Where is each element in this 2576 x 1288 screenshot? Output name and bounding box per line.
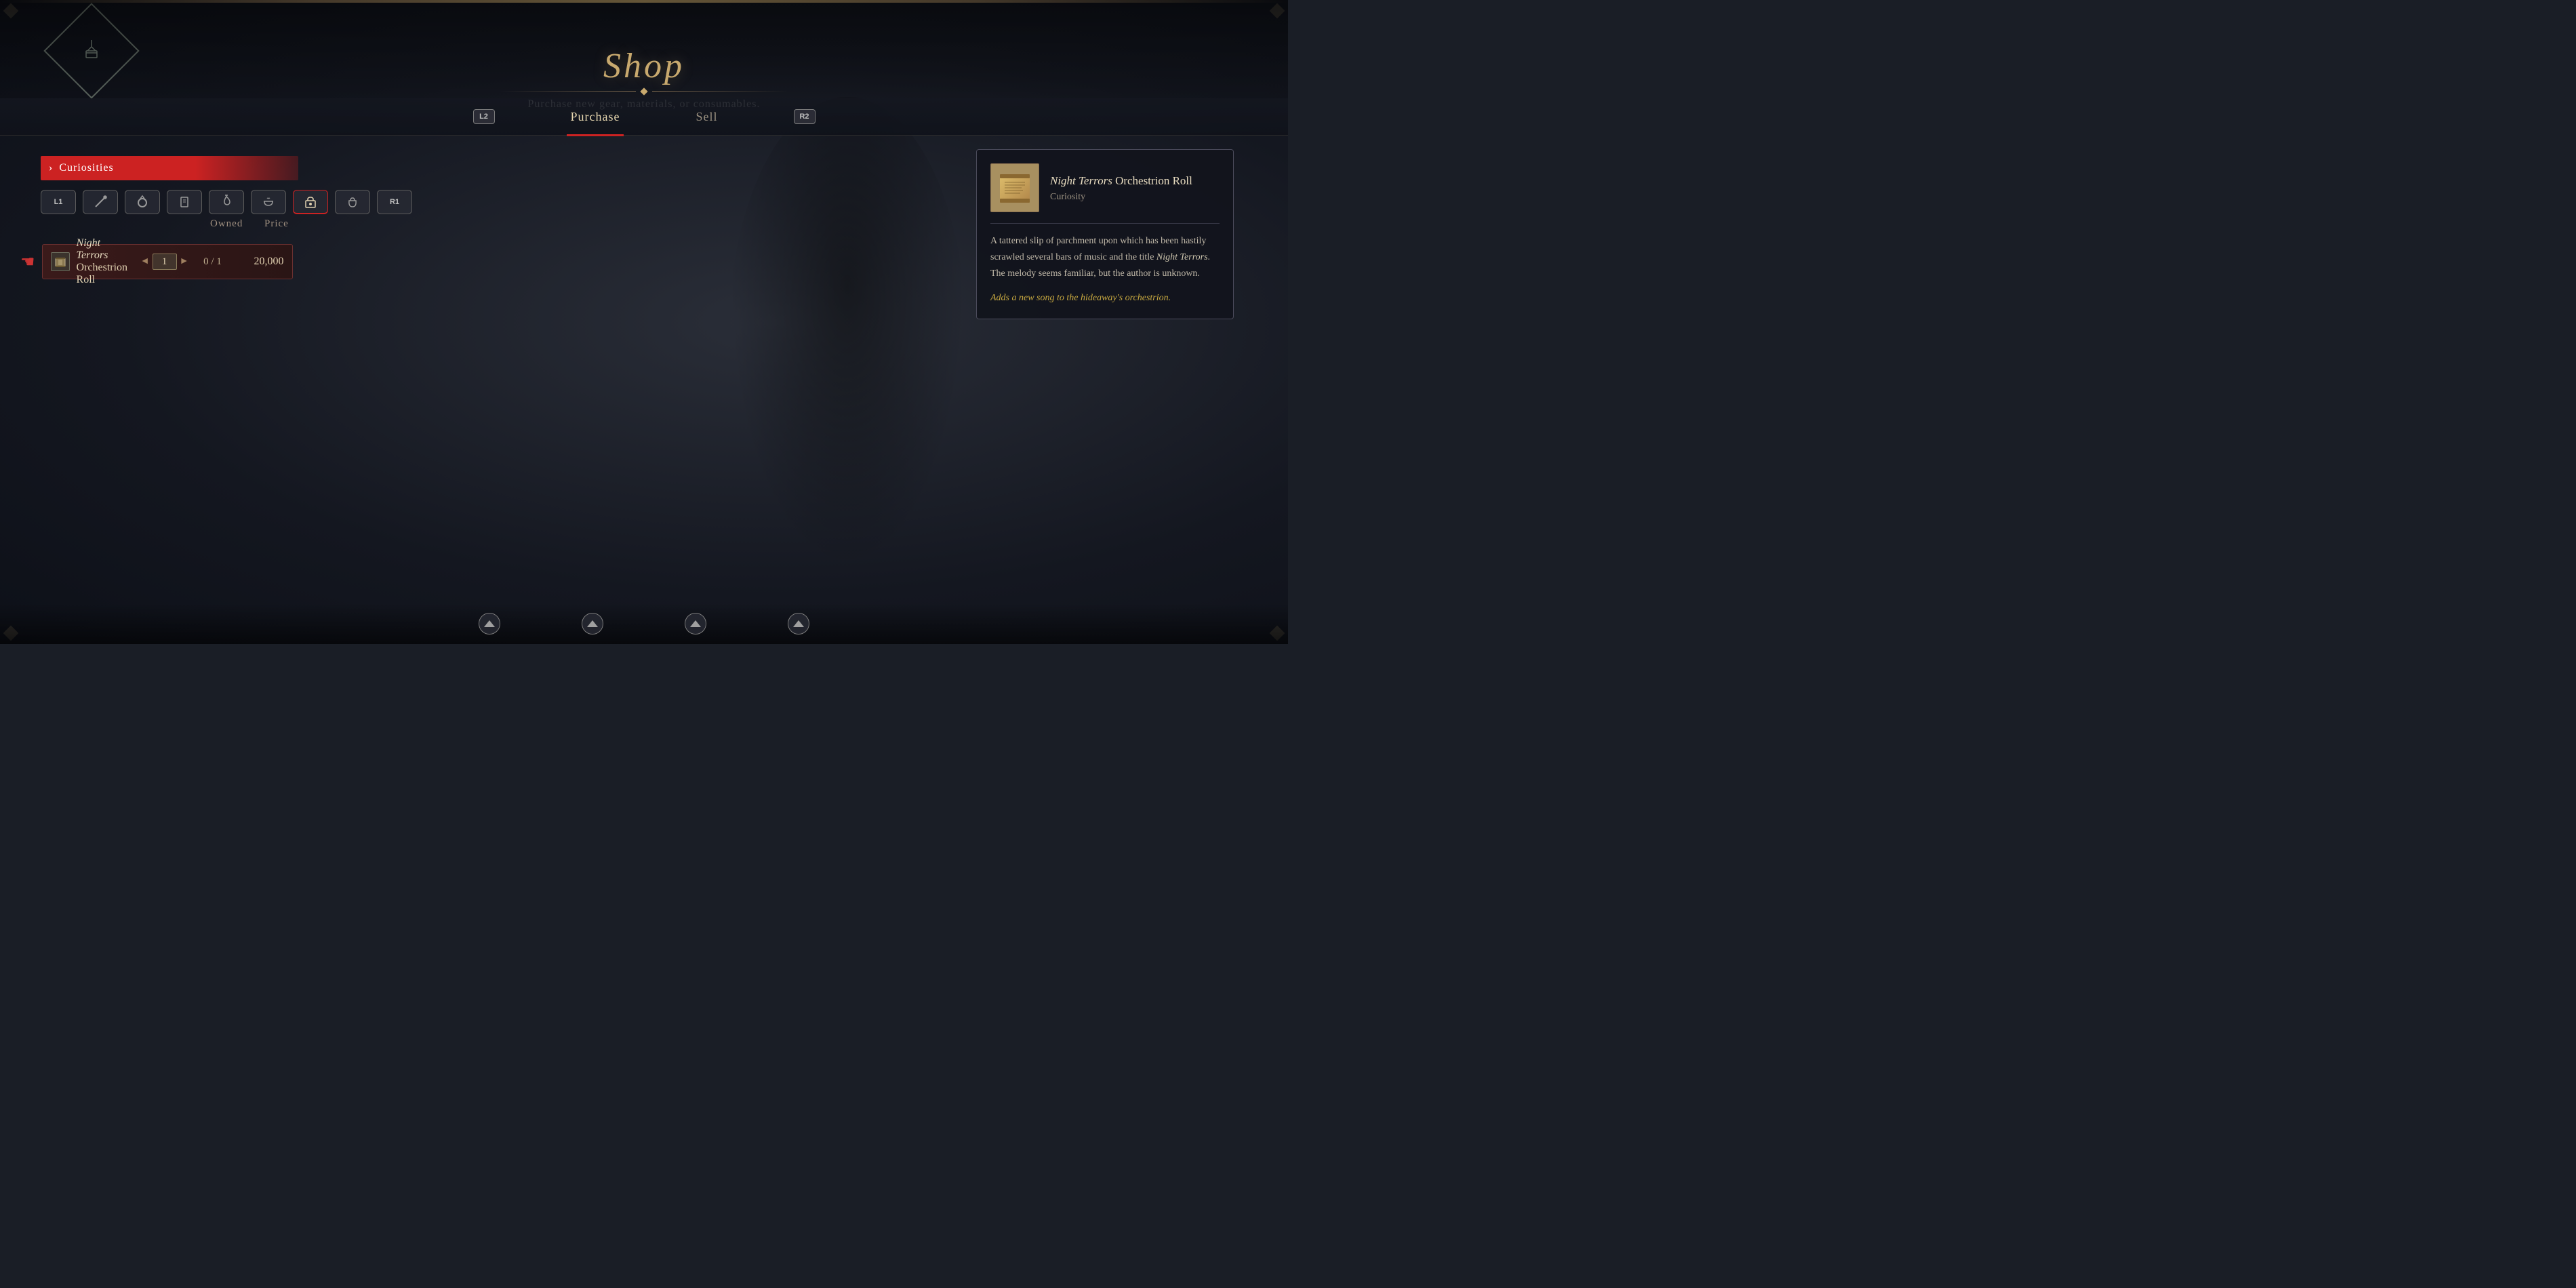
page-title: Shop (603, 46, 685, 86)
item-row[interactable]: Night Terrors Orchestrion Roll ◄ 1 ► 0 /… (42, 244, 293, 279)
bottom-btn-2[interactable] (582, 613, 603, 635)
bottom-btn-3[interactable] (685, 613, 706, 635)
detail-item-name: Night Terrors Orchestrion Roll (1050, 173, 1220, 189)
category-bar[interactable]: › Curiosities (41, 156, 298, 180)
item-price: 20,000 (237, 256, 284, 268)
bottom-btn-icon-4 (788, 613, 809, 635)
bottom-btn-icon-3 (685, 613, 706, 635)
quantity-control: ◄ 1 ► (140, 254, 189, 270)
detail-name-italic: Night Terrors (1050, 174, 1112, 187)
chevron-up-icon-3 (690, 620, 701, 627)
r2-key: R2 (794, 109, 816, 124)
divider-diamond (640, 87, 647, 95)
tab-purchase[interactable]: Purchase (560, 104, 631, 129)
tab-group: L2 Purchase Sell R2 (462, 104, 826, 129)
filter-weapon[interactable] (83, 190, 118, 214)
bottom-navigation (0, 603, 1288, 644)
item-row-wrapper: ☛ Night Terrors Orchestrion Roll ◄ 1 (20, 244, 293, 279)
item-icon (51, 252, 70, 271)
ring-icon (135, 195, 150, 209)
tab-key-l2[interactable]: L2 (462, 104, 506, 129)
detail-header: Night Terrors Orchestrion Roll Curiosity (990, 163, 1220, 224)
item-name-rest: Orchestrion Roll (77, 262, 128, 285)
purchase-tab-label: Purchase (571, 110, 620, 124)
selection-cursor-icon: ☛ (20, 252, 35, 272)
detail-name-rest: Orchestrion Roll (1112, 174, 1192, 187)
filter-key-l1[interactable]: L1 (41, 190, 76, 214)
weapon-icon (93, 195, 108, 209)
bottom-btn-4[interactable] (788, 613, 809, 635)
item-detail-panel: Night Terrors Orchestrion Roll Curiosity… (976, 149, 1234, 319)
column-price-header: Price (264, 218, 289, 230)
consumable-icon (261, 195, 276, 209)
chevron-up-icon-1 (484, 620, 495, 627)
tab-key-r2[interactable]: R2 (783, 104, 826, 129)
sell-tab-label: Sell (696, 110, 717, 124)
divider-line-left (500, 91, 636, 92)
main-content: › Curiosities L1 (0, 136, 1288, 603)
quantity-value: 1 (153, 254, 177, 270)
tab-sell[interactable]: Sell (685, 104, 728, 129)
bottom-btn-icon-1 (479, 613, 500, 635)
material-icon (177, 195, 192, 209)
detail-scroll-icon (994, 167, 1035, 208)
pendant-icon (219, 195, 234, 209)
category-label: Curiosities (59, 162, 113, 174)
detail-description: A tattered slip of parchment upon which … (990, 233, 1220, 281)
l1-key-label: L1 (54, 198, 63, 206)
detail-item-icon (990, 163, 1039, 212)
chevron-up-icon-2 (587, 620, 598, 627)
item-name: Night Terrors Orchestrion Roll (77, 237, 134, 286)
quantity-decrease-button[interactable]: ◄ (140, 256, 150, 267)
item-owned-count: 0 / 1 (196, 256, 230, 268)
item-name-italic: Night Terrors (77, 237, 108, 261)
title-divider (500, 89, 788, 94)
detail-effect: Adds a new song to the hideaway's orches… (990, 291, 1220, 305)
key-item-icon (303, 195, 318, 209)
filter-key-r1[interactable]: R1 (377, 190, 412, 214)
detail-item-type: Curiosity (1050, 192, 1220, 203)
filter-key-item[interactable] (293, 190, 328, 214)
orchestrion-roll-icon (54, 255, 67, 268)
bottom-btn-icon-2 (582, 613, 603, 635)
detail-title-area: Night Terrors Orchestrion Roll Curiosity (1050, 173, 1220, 203)
divider-line-right (652, 91, 788, 92)
desc-italic: Night Terrors (1156, 252, 1208, 262)
item-type-filter-row: L1 (41, 190, 412, 214)
category-arrow-icon: › (49, 162, 52, 174)
chevron-up-icon-4 (793, 620, 804, 627)
r1-key-label: R1 (390, 198, 399, 206)
filter-bag[interactable] (335, 190, 370, 214)
filter-consumable[interactable] (251, 190, 286, 214)
l2-key: L2 (473, 109, 495, 124)
filter-material[interactable] (167, 190, 202, 214)
bag-icon (345, 195, 360, 209)
filter-pendant[interactable] (209, 190, 244, 214)
quantity-increase-button[interactable]: ► (180, 256, 189, 267)
bottom-btn-1[interactable] (479, 613, 500, 635)
filter-ring[interactable] (125, 190, 160, 214)
column-owned-header: Owned (210, 218, 243, 230)
tab-navigation: L2 Purchase Sell R2 (0, 98, 1288, 136)
